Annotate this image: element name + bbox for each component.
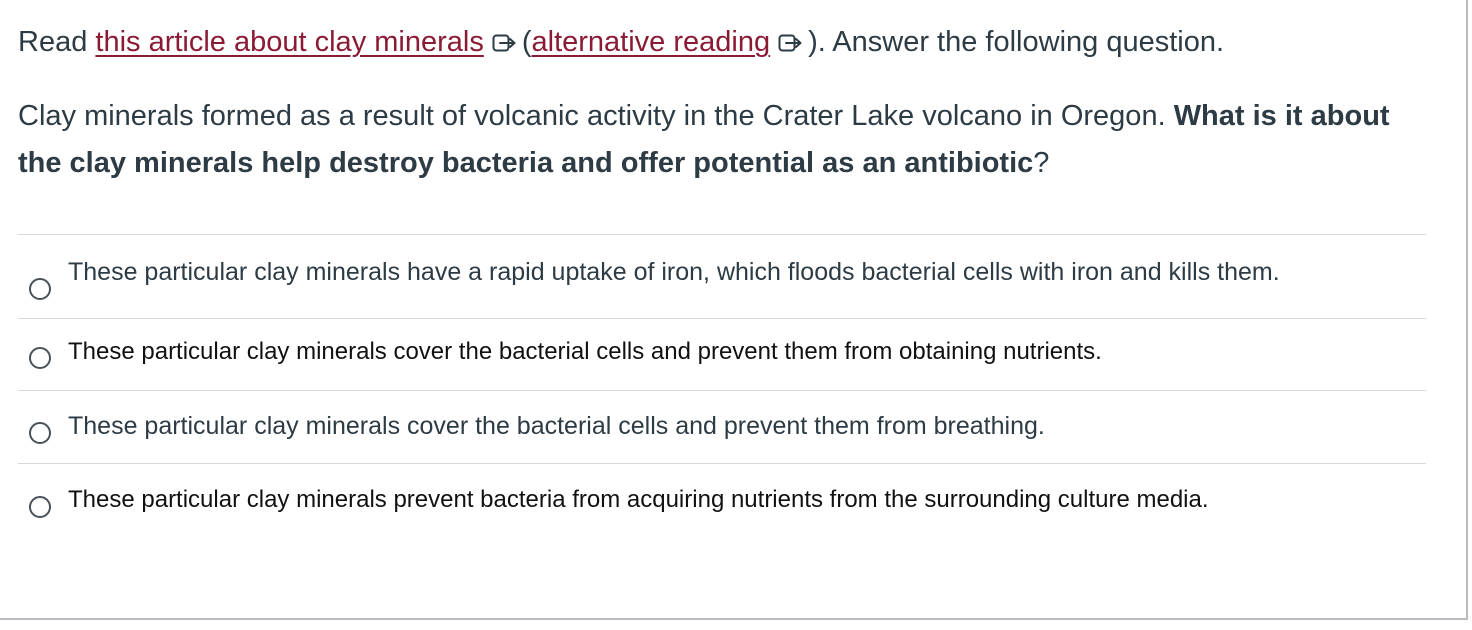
question-mark: ? bbox=[1033, 147, 1050, 179]
radio-unchecked-icon[interactable] bbox=[29, 496, 51, 518]
answer-option-1[interactable]: These particular clay minerals have a ra… bbox=[18, 234, 1426, 318]
question-text: Read this article about clay minerals (al… bbox=[18, 20, 1438, 187]
external-link-icon bbox=[492, 23, 518, 67]
question-body: Clay minerals formed as a result of volc… bbox=[18, 93, 1438, 187]
external-link-icon bbox=[778, 23, 804, 67]
article-link[interactable]: this article about clay minerals bbox=[95, 26, 483, 58]
radio-unchecked-icon[interactable] bbox=[29, 422, 51, 444]
radio-unchecked-icon[interactable] bbox=[29, 278, 51, 300]
radio-unchecked-icon[interactable] bbox=[29, 347, 51, 369]
answer-label: These particular clay minerals cover the… bbox=[68, 412, 1045, 440]
paren-open: ( bbox=[521, 26, 532, 58]
answer-option-4[interactable]: These particular clay minerals prevent b… bbox=[18, 463, 1426, 538]
quiz-question-panel: Read this article about clay minerals (al… bbox=[0, 0, 1468, 620]
answer-list: These particular clay minerals have a ra… bbox=[18, 234, 1426, 538]
answer-option-3[interactable]: These particular clay minerals cover the… bbox=[18, 390, 1426, 463]
answer-label: These particular clay minerals cover the… bbox=[68, 338, 1102, 365]
read-prefix: Read bbox=[18, 26, 88, 58]
reading-instruction: Read this article about clay minerals (al… bbox=[18, 20, 1438, 67]
answer-option-2[interactable]: These particular clay minerals cover the… bbox=[18, 318, 1426, 390]
answer-label: These particular clay minerals prevent b… bbox=[68, 486, 1209, 513]
read-suffix: ). Answer the following question. bbox=[808, 26, 1225, 58]
question-context: Clay minerals formed as a result of volc… bbox=[18, 100, 1166, 132]
answer-label: These particular clay minerals have a ra… bbox=[68, 258, 1280, 286]
alternative-reading-link[interactable]: alternative reading bbox=[532, 26, 771, 58]
